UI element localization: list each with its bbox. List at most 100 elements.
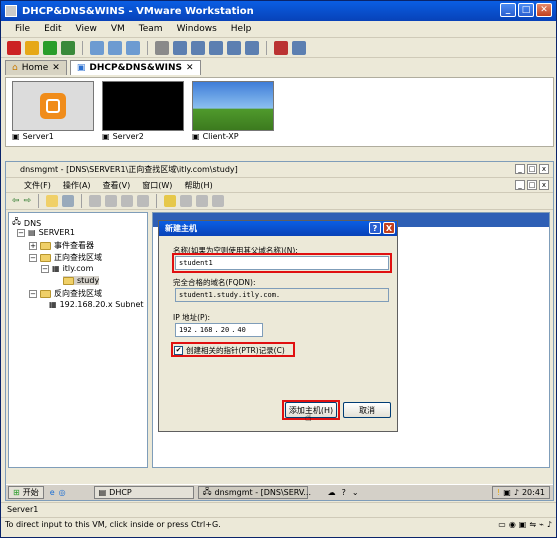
device-hdd-icon[interactable]: ▭ bbox=[498, 520, 506, 529]
back-icon[interactable]: ⇦ bbox=[12, 196, 20, 206]
menu-team[interactable]: Team bbox=[139, 24, 163, 34]
forward-icon[interactable]: ⇨ bbox=[24, 196, 32, 206]
server-icon[interactable] bbox=[180, 195, 193, 207]
network-icon[interactable] bbox=[292, 40, 306, 55]
maximize-button[interactable]: □ bbox=[518, 3, 534, 17]
power-off-icon[interactable] bbox=[7, 40, 21, 55]
menu-file[interactable]: File bbox=[15, 24, 30, 34]
ip-octet[interactable]: 168 bbox=[200, 324, 213, 336]
menu-window[interactable]: 窗口(W) bbox=[142, 180, 172, 191]
tray-help-icon[interactable]: ? bbox=[342, 488, 346, 497]
menu-view[interactable]: View bbox=[76, 24, 97, 34]
device-sound-icon[interactable]: ♪ bbox=[547, 520, 552, 529]
minimize-button[interactable]: _ bbox=[515, 180, 525, 190]
thumbnail-bar-icon[interactable] bbox=[245, 40, 259, 55]
quick-switch-icon[interactable] bbox=[191, 40, 205, 55]
menu-file[interactable]: 文件(F) bbox=[24, 180, 51, 191]
revert-snapshot-icon[interactable] bbox=[108, 40, 122, 55]
guest-taskbar: ⊞ 开始 e ◎ ▤ DHCP 🖧 dnsmgmt - [DNS\SERV... ☁ … bbox=[6, 484, 553, 500]
tray-network-icon[interactable]: ☁ bbox=[328, 488, 336, 497]
thumbnail-client-xp[interactable]: ▣ Client-XP bbox=[192, 81, 274, 143]
copy-icon[interactable] bbox=[89, 195, 102, 207]
record-icon[interactable] bbox=[196, 195, 209, 207]
ip-address-input[interactable]: 192. 168. 20. 40 bbox=[175, 323, 263, 337]
taskbar-item-dnsmgmt[interactable]: 🖧 dnsmgmt - [DNS\SERV... bbox=[197, 486, 311, 499]
tray-alert-icon[interactable]: ! bbox=[497, 488, 500, 497]
device-usb-icon[interactable]: ⌁ bbox=[539, 520, 544, 529]
export-icon[interactable] bbox=[137, 195, 150, 207]
suspend-icon[interactable] bbox=[25, 40, 39, 55]
restore-button[interactable]: □ bbox=[527, 180, 537, 190]
snapshot-manager-icon[interactable] bbox=[126, 40, 140, 55]
close-button[interactable]: x bbox=[539, 180, 549, 190]
guest-screen[interactable]: dnsmgmt - [DNS\SERVER1\正向查找区域\itly.com\s… bbox=[5, 161, 554, 501]
tree-node-study[interactable]: study bbox=[63, 276, 100, 285]
ip-octet[interactable]: 40 bbox=[237, 324, 245, 336]
help-button[interactable]: ? bbox=[369, 222, 381, 234]
refresh-icon[interactable] bbox=[121, 195, 134, 207]
properties-icon[interactable] bbox=[105, 195, 118, 207]
help-icon[interactable] bbox=[164, 195, 177, 207]
power-on-icon[interactable] bbox=[43, 40, 57, 55]
ip-octet[interactable]: 20 bbox=[221, 324, 229, 336]
menu-vm[interactable]: VM bbox=[111, 24, 125, 34]
quicklaunch-icon[interactable]: ◎ bbox=[59, 488, 66, 497]
team-icon[interactable] bbox=[274, 40, 288, 55]
menu-windows[interactable]: Windows bbox=[177, 24, 217, 34]
thumbnail-server2[interactable]: ▣ Server2 bbox=[102, 81, 184, 143]
cancel-button[interactable]: 取消 bbox=[343, 402, 391, 418]
collapse-icon[interactable]: − bbox=[29, 253, 37, 262]
close-button[interactable]: X bbox=[383, 222, 395, 234]
tray-volume-icon[interactable]: ♪ bbox=[514, 488, 519, 497]
device-network-icon[interactable]: ⇋ bbox=[529, 520, 536, 529]
ip-octet[interactable]: 192 bbox=[179, 324, 192, 336]
close-tab-icon[interactable]: ✕ bbox=[52, 63, 60, 73]
collapse-icon[interactable]: − bbox=[17, 228, 25, 237]
tree-node-forward-zones[interactable]: − 正向查找区域 bbox=[29, 252, 102, 263]
list-icon[interactable] bbox=[212, 195, 225, 207]
tree-node-event-viewer[interactable]: + 事件查看器 bbox=[29, 240, 94, 251]
snapshot-icon[interactable] bbox=[90, 40, 104, 55]
close-tab-icon[interactable]: ✕ bbox=[186, 63, 194, 73]
collapse-icon[interactable]: − bbox=[29, 289, 37, 298]
device-floppy-icon[interactable]: ▣ bbox=[519, 520, 527, 529]
tree-node-reverse-zones[interactable]: − 反向查找区域 bbox=[29, 288, 102, 299]
close-button[interactable]: x bbox=[539, 164, 549, 174]
expand-icon[interactable]: + bbox=[29, 241, 37, 250]
tab-home[interactable]: ⌂ Home ✕ bbox=[5, 60, 67, 75]
settings-icon[interactable] bbox=[155, 40, 169, 55]
menu-help[interactable]: Help bbox=[231, 24, 252, 34]
device-cd-icon[interactable]: ◉ bbox=[509, 520, 516, 529]
up-folder-icon[interactable] bbox=[46, 195, 59, 207]
ptr-checkbox[interactable]: ✔ bbox=[174, 346, 183, 355]
tab-vm-label: DHCP&DNS&WINS bbox=[89, 63, 183, 73]
minimize-button[interactable]: _ bbox=[515, 164, 525, 174]
collapse-icon[interactable]: − bbox=[41, 264, 49, 273]
reset-icon[interactable] bbox=[61, 40, 75, 55]
minimize-button[interactable]: _ bbox=[500, 3, 516, 17]
menu-edit[interactable]: Edit bbox=[44, 24, 61, 34]
restore-button[interactable]: □ bbox=[527, 164, 537, 174]
tray-dropdown-icon[interactable]: ⌄ bbox=[352, 488, 359, 497]
folder-icon bbox=[63, 276, 74, 285]
menu-action[interactable]: 操作(A) bbox=[63, 180, 91, 191]
tab-dhcp-dns-wins[interactable]: ▣ DHCP&DNS&WINS ✕ bbox=[69, 60, 201, 75]
show-hide-tree-icon[interactable] bbox=[62, 195, 75, 207]
taskbar-item-dhcp[interactable]: ▤ DHCP bbox=[93, 486, 194, 499]
tree-node-itly-com[interactable]: − ▦ itly.com bbox=[41, 264, 93, 273]
ptr-checkbox-row[interactable]: ✔ 创建相关的指针(PTR)记录(C) bbox=[174, 345, 285, 356]
menu-view[interactable]: 查看(V) bbox=[103, 180, 131, 191]
thumbnail-server1[interactable]: ▣ Server1 bbox=[12, 81, 94, 143]
summary-view-icon[interactable] bbox=[209, 40, 223, 55]
start-button[interactable]: ⊞ 开始 bbox=[8, 486, 44, 499]
tray-network-icon[interactable]: ▣ bbox=[503, 488, 511, 497]
fullscreen-icon[interactable] bbox=[173, 40, 187, 55]
close-button[interactable]: ✕ bbox=[536, 3, 552, 17]
ie-icon[interactable]: e bbox=[50, 488, 55, 497]
console-view-icon[interactable] bbox=[227, 40, 241, 55]
menu-help[interactable]: 帮助(H) bbox=[184, 180, 212, 191]
tree-node-subnet[interactable]: ▦ 192.168.20.x Subnet bbox=[49, 300, 144, 309]
tree-node-server1[interactable]: − ▤ SERVER1 bbox=[17, 228, 75, 237]
dialog-titlebar: 新建主机 ? X bbox=[159, 221, 397, 236]
ptr-checkbox-label: 创建相关的指针(PTR)记录(C) bbox=[186, 346, 285, 355]
